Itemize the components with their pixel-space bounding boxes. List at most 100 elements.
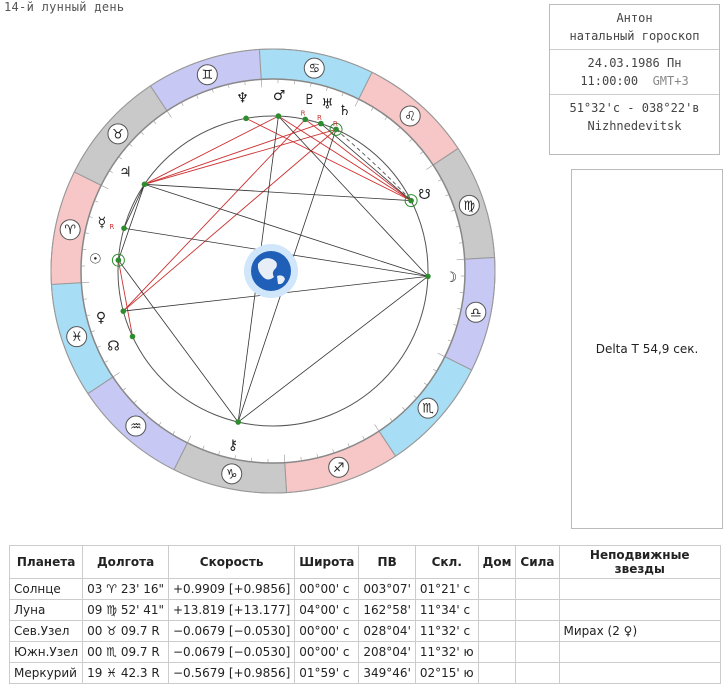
table-cell — [559, 642, 721, 663]
column-header: Сила — [516, 546, 559, 579]
table-cell: 11°34' с — [415, 600, 478, 621]
table-cell — [478, 663, 516, 684]
table-row: Луна09 ♍ 52' 41"+13.819 [+13.177]04°00' … — [10, 600, 721, 621]
table-cell — [559, 663, 721, 684]
table-cell: Меркурий — [10, 663, 83, 684]
table-cell — [559, 579, 721, 600]
column-header: ПВ — [359, 546, 415, 579]
sun-marker — [116, 257, 122, 263]
mars-icon: ♂ — [273, 88, 286, 104]
datetime-section: 24.03.1986 Пн 11:00:00 GMT+3 — [550, 50, 719, 95]
table-cell — [559, 600, 721, 621]
table-cell: 09 ♍ 52' 41" — [83, 600, 169, 621]
table-cell: +0.9909 [+0.9856] — [169, 579, 295, 600]
delta-t-panel: Delta T 54,9 сек. — [571, 169, 723, 529]
table-header-row: ПланетаДолготаСкоростьШиротаПВСкл.ДомСил… — [10, 546, 721, 579]
chiron-icon: ⚷ — [228, 437, 238, 453]
cancer-icon: ♋ — [308, 62, 320, 77]
table-cell: −0.0679 [−0.0530] — [169, 621, 295, 642]
table-cell — [516, 600, 559, 621]
table-cell: 349°46' — [359, 663, 415, 684]
north_node-icon: ☊ — [107, 338, 119, 354]
table-row: Южн.Узел00 ♏ 09.7 R−0.0679 [−0.0530]00°0… — [10, 642, 721, 663]
table-cell: 208°04' — [359, 642, 415, 663]
table-cell: +13.819 [+13.177] — [169, 600, 295, 621]
place-name: Nizhnedevitsk — [550, 117, 719, 135]
column-header: Широта — [295, 546, 359, 579]
column-header: Долгота — [83, 546, 169, 579]
sun-icon: ☉ — [89, 252, 102, 268]
person-name: Антон — [550, 9, 719, 27]
table-cell: Луна — [10, 600, 83, 621]
chart-info-panel: Антон натальный гороскоп 24.03.1986 Пн 1… — [549, 4, 720, 155]
table-cell: 162°58' — [359, 600, 415, 621]
jupiter-icon: ♃ — [119, 164, 132, 180]
table-cell: 11°32' с — [415, 621, 478, 642]
mercury-retrograde-mark: R — [109, 223, 114, 231]
scorpio-icon: ♏ — [422, 402, 434, 417]
south_node-icon: ☋ — [418, 187, 430, 203]
table-cell — [478, 621, 516, 642]
table-row: Меркурий19 ♓ 42.3 R−0.5679 [+0.9856]01°5… — [10, 663, 721, 684]
uranus-icon: ♅ — [321, 97, 334, 113]
column-header: Планета — [10, 546, 83, 579]
table-cell: Южн.Узел — [10, 642, 83, 663]
table-row: Сев.Узел00 ♉ 09.7 R−0.0679 [−0.0530]00°0… — [10, 621, 721, 642]
jupiter-marker — [142, 182, 148, 188]
table-cell — [516, 621, 559, 642]
table-body: Солнце03 ♈ 23' 16"+0.9909 [+0.9856]00°00… — [10, 579, 721, 684]
sagittarius-icon: ♐ — [333, 461, 345, 476]
lunar-day-label: 14-й лунный день — [4, 0, 124, 14]
moon-marker — [425, 274, 431, 280]
gmt-offset: GMT+3 — [653, 74, 689, 88]
table-cell: 003°07' — [359, 579, 415, 600]
column-header: Неподвижные звезды — [559, 546, 721, 579]
table-cell: 11°32' ю — [415, 642, 478, 663]
chart-type: натальный гороскоп — [550, 27, 719, 45]
venus-marker — [120, 308, 126, 314]
table-cell — [478, 642, 516, 663]
person-section: Антон натальный гороскоп — [550, 5, 719, 50]
neptune-icon: ♆ — [236, 91, 249, 107]
pisces-icon: ♓ — [71, 330, 83, 345]
table-cell — [516, 642, 559, 663]
chart-time: 11:00:00 — [580, 74, 638, 88]
coordinates: 51°32'с - 038°22'в — [550, 99, 719, 117]
table-cell: 01°21' с — [415, 579, 478, 600]
table-cell: 03 ♈ 23' 16" — [83, 579, 169, 600]
saturn-retrograde-mark: R — [333, 120, 338, 128]
table-cell: 19 ♓ 42.3 R — [83, 663, 169, 684]
table-cell — [478, 579, 516, 600]
saturn-icon: ♄ — [338, 103, 351, 119]
planet-table: ПланетаДолготаСкоростьШиротаПВСкл.ДомСил… — [9, 545, 721, 684]
table-cell: 00°00' с — [295, 642, 359, 663]
table-cell: 00°00' с — [295, 621, 359, 642]
chiron-marker — [235, 419, 241, 425]
table-cell: Солнце — [10, 579, 83, 600]
table-cell: 04°00' с — [295, 600, 359, 621]
table-cell — [516, 579, 559, 600]
pluto-icon: ♇ — [303, 92, 316, 108]
table-cell — [478, 600, 516, 621]
mercury-icon: ☿ — [98, 215, 107, 231]
south_node-marker — [408, 198, 414, 204]
table-cell: 00 ♏ 09.7 R — [83, 642, 169, 663]
pluto-retrograde-mark: R — [301, 110, 306, 118]
virgo-icon: ♍ — [463, 199, 475, 214]
neptune-marker — [243, 116, 249, 122]
table-cell: 028°04' — [359, 621, 415, 642]
table-cell — [516, 663, 559, 684]
column-header: Дом — [478, 546, 516, 579]
table-cell: Сев.Узел — [10, 621, 83, 642]
aries-icon: ♈ — [64, 223, 76, 238]
moon-icon: ☽ — [445, 270, 458, 286]
table-cell: −0.5679 [+0.9856] — [169, 663, 295, 684]
earth-icon — [244, 244, 298, 298]
uranus-retrograde-mark: R — [317, 114, 322, 122]
location-section: 51°32'с - 038°22'в Nizhnedevitsk — [550, 95, 719, 139]
north_node-marker — [130, 334, 136, 340]
table-cell: 00°00' с — [295, 579, 359, 600]
chart-date: 24.03.1986 Пн — [550, 54, 719, 72]
libra-icon: ♎ — [470, 306, 482, 321]
mercury-marker — [121, 225, 127, 231]
